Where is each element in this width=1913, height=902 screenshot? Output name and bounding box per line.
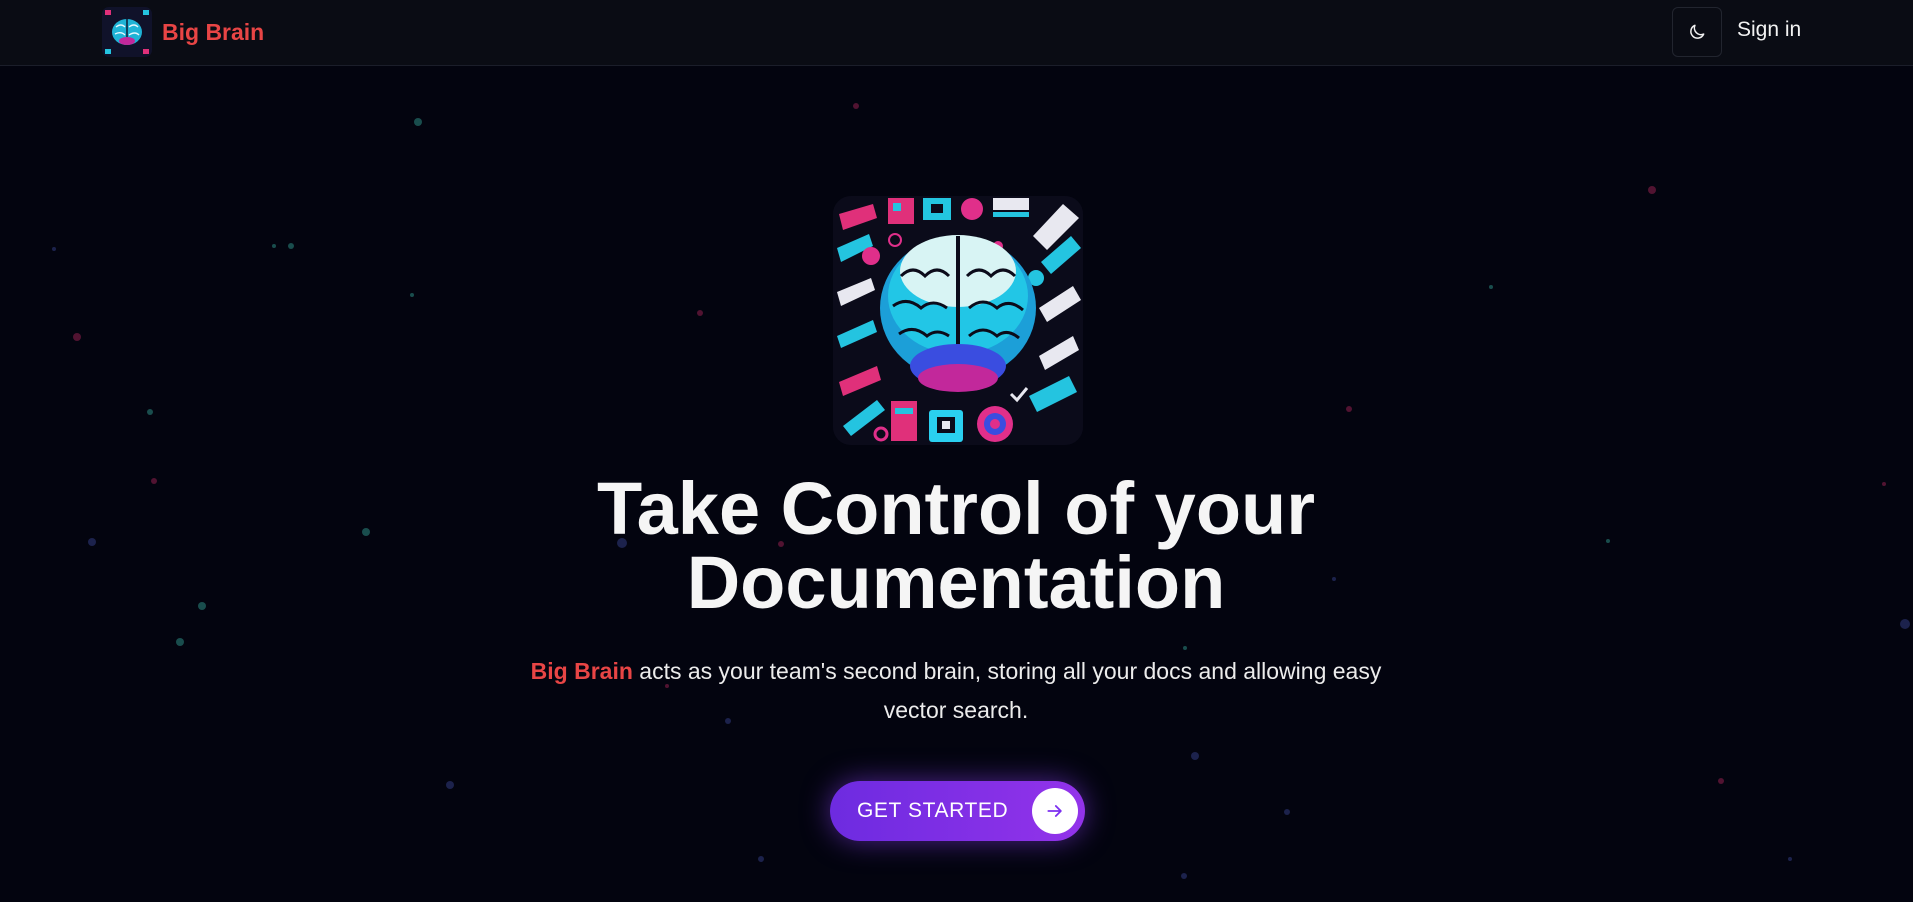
theme-toggle-button[interactable] [1672,7,1722,57]
headline-line-1: Take Control of your [596,467,1316,550]
description-text-2: vector search. [883,697,1029,723]
brand-home-link[interactable]: Big Brain [102,7,264,57]
top-nav-bar: Big Brain Sign in [0,0,1913,66]
headline-line-2: Documentation [686,541,1226,624]
description-brand: Big Brain [530,658,633,684]
description-text-1: acts as your team's second brain, storin… [632,658,1382,684]
get-started-button[interactable]: GET STARTED [830,781,1085,841]
brain-logo-icon [102,7,152,57]
brand-name[interactable]: Big Brain [162,19,264,46]
hero-description: Big Brain acts as your team's second bra… [506,652,1406,730]
moon-icon [1690,24,1705,39]
get-started-label: GET STARTED [857,799,1009,822]
sign-in-link[interactable]: Sign in [1737,18,1801,42]
arrow-right-icon [1032,788,1078,834]
brain-illustration [833,196,1083,445]
hero-headline: Take Control of your Documentation [456,472,1456,620]
